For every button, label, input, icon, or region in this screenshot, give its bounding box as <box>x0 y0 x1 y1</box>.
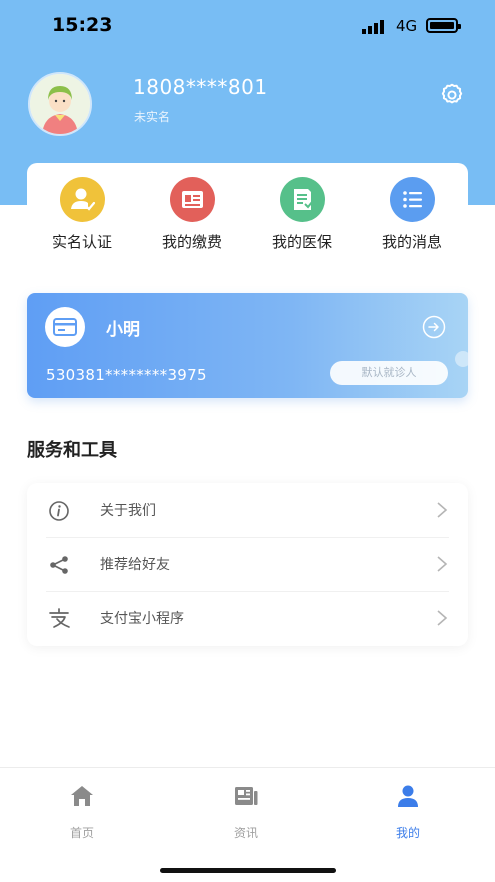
gear-icon[interactable] <box>439 82 465 108</box>
quick-actions-card: 实名认证 我的缴费 我的医保 我的消息 <box>27 163 468 261</box>
info-icon <box>49 501 69 521</box>
default-patient-button[interactable]: 默认就诊人 <box>330 361 448 385</box>
patient-name: 小明 <box>106 320 140 340</box>
patient-id-number: 530381********3975 <box>46 366 207 384</box>
avatar-illustration-icon <box>30 74 90 134</box>
quick-action-payment[interactable]: 我的缴费 <box>147 177 237 252</box>
verification-status: 未实名 <box>134 110 171 124</box>
id-card-icon <box>169 177 215 222</box>
services-list: 关于我们 推荐给好友 支付宝小程序 <box>27 483 468 646</box>
list-item-label: 推荐给好友 <box>100 557 170 573</box>
card-decoration <box>455 351 468 367</box>
list-item-alipay[interactable]: 支付宝小程序 <box>27 591 468 645</box>
quick-action-verify[interactable]: 实名认证 <box>37 177 127 252</box>
share-icon <box>50 556 68 574</box>
tab-bar: 首页 资讯 我的 <box>0 767 495 882</box>
avatar[interactable] <box>28 72 92 136</box>
card-icon <box>45 307 85 347</box>
patient-card[interactable]: 小明 530381********3975 默认就诊人 <box>27 293 468 398</box>
network-type: 4G <box>396 17 418 35</box>
arrow-right-circle-icon[interactable] <box>422 315 446 339</box>
battery-icon <box>426 18 461 33</box>
quick-action-insurance[interactable]: 我的医保 <box>257 177 347 252</box>
chevron-right-icon <box>437 610 448 626</box>
quick-action-label: 我的缴费 <box>161 233 222 251</box>
quick-action-label: 实名认证 <box>51 233 112 251</box>
tab-label: 资讯 <box>233 826 258 840</box>
status-bar: 15:23 4G <box>0 0 495 52</box>
list-item-about-us[interactable]: 关于我们 <box>27 483 468 537</box>
section-title: 服务和工具 <box>27 440 117 461</box>
quick-action-messages[interactable]: 我的消息 <box>367 177 457 252</box>
signal-icon <box>362 20 384 34</box>
tab-label: 首页 <box>69 826 94 840</box>
home-indicator <box>160 868 336 873</box>
quick-action-label: 我的消息 <box>381 233 442 251</box>
tab-news[interactable]: 资讯 <box>206 782 286 841</box>
chevron-right-icon <box>437 556 448 572</box>
user-verify-icon <box>59 177 105 222</box>
home-icon <box>71 786 93 806</box>
document-icon <box>279 177 325 222</box>
tab-label: 我的 <box>395 826 420 840</box>
news-icon <box>235 787 258 805</box>
chevron-right-icon <box>437 502 448 518</box>
person-icon <box>398 785 418 807</box>
list-icon <box>389 177 435 222</box>
list-item-label: 关于我们 <box>100 503 156 519</box>
user-phone: 1808****801 <box>133 75 268 99</box>
list-item-label: 支付宝小程序 <box>100 611 184 627</box>
alipay-icon <box>49 608 70 628</box>
list-item-recommend[interactable]: 推荐给好友 <box>27 537 468 591</box>
tab-mine[interactable]: 我的 <box>368 782 448 841</box>
status-time: 15:23 <box>52 14 113 36</box>
tab-home[interactable]: 首页 <box>42 782 122 841</box>
quick-action-label: 我的医保 <box>271 233 332 251</box>
